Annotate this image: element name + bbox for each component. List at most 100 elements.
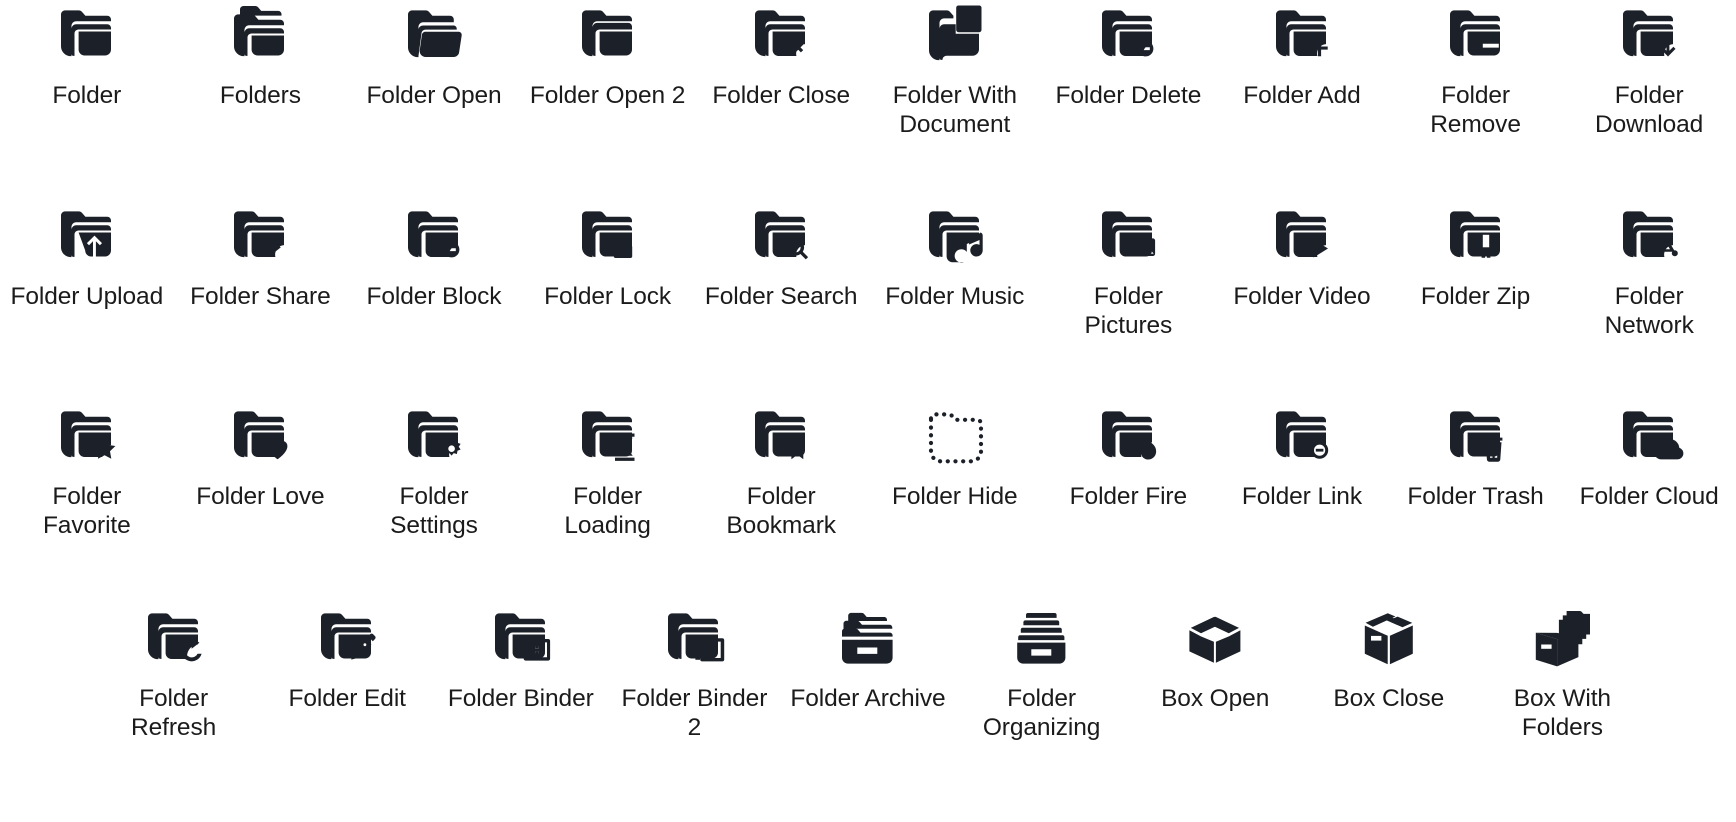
- folder-share-icon: [224, 201, 296, 273]
- folder-trash-icon: [1440, 401, 1512, 473]
- icon-cell-folder[interactable]: Folder: [0, 0, 174, 200]
- icon-cell-folder-binder[interactable]: Folder Binder: [434, 600, 608, 822]
- folder-organizing-icon: [1006, 603, 1078, 675]
- icon-label: Folder Close: [712, 82, 851, 109]
- icon-cell-folder-remove[interactable]: Folder Remove: [1389, 0, 1563, 200]
- icon-label: Folders: [219, 82, 301, 109]
- folder-remove-icon: [1440, 0, 1512, 72]
- folder-edit-icon: [311, 603, 383, 675]
- icon-cell-folder-settings[interactable]: Folder Settings: [347, 400, 521, 600]
- folder-lock-icon: [572, 201, 644, 273]
- icon-cell-folder-download[interactable]: Folder Download: [1562, 0, 1736, 200]
- folder-music-icon: [919, 201, 991, 273]
- icon-cell-folder-archive[interactable]: Folder Archive: [781, 600, 955, 822]
- icon-label: Folder Edit: [288, 685, 406, 712]
- icon-label: Folder Binder 2: [621, 685, 768, 741]
- icon-cell-folder-upload[interactable]: Folder Upload: [0, 200, 174, 400]
- icon-cell-folder-love[interactable]: Folder Love: [174, 400, 348, 600]
- icon-cell-folder-favorite[interactable]: Folder Favorite: [0, 400, 174, 600]
- icon-cell-folder-loading[interactable]: Folder Loading: [521, 400, 695, 600]
- icon-cell-folder-open[interactable]: Folder Open: [347, 0, 521, 200]
- icon-label: Box With Folders: [1513, 685, 1611, 741]
- icon-label: Folder Add: [1243, 82, 1361, 109]
- icon-cell-folder-trash[interactable]: Folder Trash: [1389, 400, 1563, 600]
- box-with-folders-icon: [1526, 603, 1598, 675]
- box-open-icon: [1179, 603, 1251, 675]
- icon-label: Folder Binder: [447, 685, 594, 712]
- icon-cell-folder-network[interactable]: Folder Network: [1562, 200, 1736, 400]
- icon-label: Folder Refresh: [131, 685, 217, 741]
- icon-cell-folder-video[interactable]: Folder Video: [1215, 200, 1389, 400]
- folder-fire-icon: [1092, 401, 1164, 473]
- icon-cell-folder-delete[interactable]: Folder Delete: [1042, 0, 1216, 200]
- icon-row-3: Folder Favorite Folder Love Folder Setti…: [0, 400, 1736, 600]
- folder-hide-icon: [919, 401, 991, 473]
- icon-label: Folder Cloud: [1579, 483, 1719, 510]
- icon-label: Folder Open 2: [529, 82, 686, 109]
- folder-bookmark-icon: [745, 401, 817, 473]
- icon-label: Folder Open: [366, 82, 502, 109]
- icon-row-4: Folder Refresh Folder Edit Folder Binder…: [0, 600, 1736, 822]
- icon-label: Folder Fire: [1069, 483, 1188, 510]
- box-close-icon: [1353, 603, 1425, 675]
- icon-cell-folder-share[interactable]: Folder Share: [174, 200, 348, 400]
- icon-cell-folder-link[interactable]: Folder Link: [1215, 400, 1389, 600]
- icon-cell-folder-cloud[interactable]: Folder Cloud: [1562, 400, 1736, 600]
- folder-open-icon: [398, 0, 470, 72]
- icon-label: Box Open: [1161, 685, 1270, 712]
- folder-close-icon: [745, 0, 817, 72]
- icon-label: Folder Settings: [390, 483, 478, 539]
- icon-label: Folder Zip: [1420, 283, 1531, 310]
- icon-cell-box-with-folders[interactable]: Box With Folders: [1476, 600, 1650, 822]
- folders-icon: [224, 0, 296, 72]
- folder-icon: [51, 0, 123, 72]
- icon-label: Folder Trash: [1407, 483, 1544, 510]
- icon-label: Folder Loading: [564, 483, 651, 539]
- icon-cell-folder-bookmark[interactable]: Folder Bookmark: [694, 400, 868, 600]
- icon-label: Folder Music: [885, 283, 1025, 310]
- icon-label: Folder Search: [704, 283, 858, 310]
- icon-label: Folder Network: [1604, 283, 1694, 339]
- folder-block-icon: [398, 201, 470, 273]
- folder-open-2-icon: [572, 0, 644, 72]
- folder-favorite-icon: [51, 401, 123, 473]
- icon-label: Folder Lock: [544, 283, 672, 310]
- icon-label: Folder Remove: [1430, 82, 1521, 138]
- icon-cell-folder-search[interactable]: Folder Search: [694, 200, 868, 400]
- icon-cell-folder-close[interactable]: Folder Close: [694, 0, 868, 200]
- icon-cell-folder-open-2[interactable]: Folder Open 2: [521, 0, 695, 200]
- icon-label: Folder: [52, 82, 122, 109]
- icon-label: Folder Love: [196, 483, 325, 510]
- icon-cell-folder-zip[interactable]: Folder Zip: [1389, 200, 1563, 400]
- icon-cell-folder-music[interactable]: Folder Music: [868, 200, 1042, 400]
- icon-cell-folder-lock[interactable]: Folder Lock: [521, 200, 695, 400]
- folder-zip-icon: [1440, 201, 1512, 273]
- icon-label: Folder Delete: [1055, 82, 1202, 109]
- icon-cell-folder-add[interactable]: Folder Add: [1215, 0, 1389, 200]
- folder-cloud-icon: [1613, 401, 1685, 473]
- folder-binder-2-icon: [658, 603, 730, 675]
- icon-cell-folder-binder-2[interactable]: Folder Binder 2: [608, 600, 782, 822]
- icon-cell-folder-block[interactable]: Folder Block: [347, 200, 521, 400]
- icon-cell-folder-with-document[interactable]: Folder With Document: [868, 0, 1042, 200]
- icon-label: Folder Favorite: [42, 483, 131, 539]
- folder-upload-icon: [51, 201, 123, 273]
- icon-cell-folder-organizing[interactable]: Folder Organizing: [955, 600, 1129, 822]
- icon-label: Folder Archive: [790, 685, 946, 712]
- icon-label: Folder Pictures: [1084, 283, 1173, 339]
- icon-cell-folder-fire[interactable]: Folder Fire: [1042, 400, 1216, 600]
- icon-cell-folder-edit[interactable]: Folder Edit: [260, 600, 434, 822]
- folder-binder-icon: [485, 603, 557, 675]
- folder-download-icon: [1613, 0, 1685, 72]
- folder-add-icon: [1266, 0, 1338, 72]
- icon-row-1: Folder Folders Folder Open Folder Open 2…: [0, 0, 1736, 200]
- icon-label: Folder With Document: [892, 82, 1017, 138]
- folder-with-document-icon: [919, 0, 991, 72]
- icon-cell-folder-refresh[interactable]: Folder Refresh: [87, 600, 261, 822]
- icon-cell-folder-pictures[interactable]: Folder Pictures: [1042, 200, 1216, 400]
- icon-cell-box-close[interactable]: Box Close: [1302, 600, 1476, 822]
- icon-cell-box-open[interactable]: Box Open: [1128, 600, 1302, 822]
- icon-cell-folders[interactable]: Folders: [174, 0, 348, 200]
- icon-cell-folder-hide[interactable]: Folder Hide: [868, 400, 1042, 600]
- folder-network-icon: [1613, 201, 1685, 273]
